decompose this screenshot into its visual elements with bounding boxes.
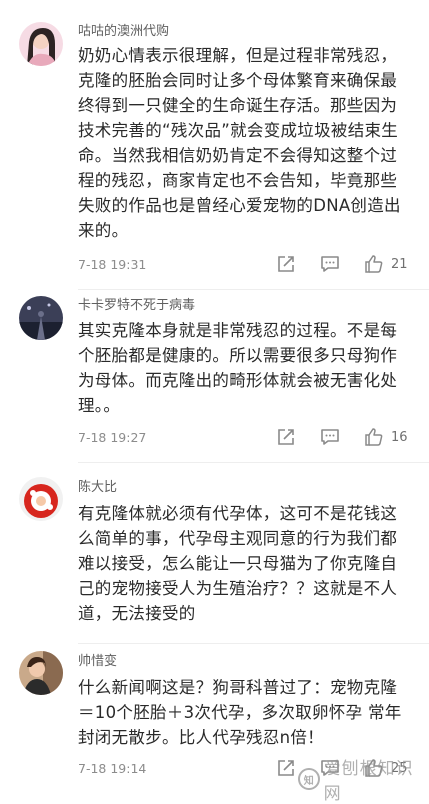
watermark-logo: 知: [298, 768, 320, 790]
username[interactable]: 咕咕的澳洲代购: [78, 24, 169, 40]
timestamp: 7-18 19:27: [78, 430, 147, 445]
divider: [78, 289, 429, 290]
comment-text: 有克隆体就必须有代孕体，这可不是花钱这 么简单的事，代孕母主观同意的行为我们都 …: [78, 504, 398, 623]
comment-icon: [321, 256, 339, 272]
thumbs-up-icon: [365, 255, 383, 273]
username[interactable]: 帅惜变: [78, 654, 117, 670]
like-count: 21: [391, 257, 408, 272]
avatar[interactable]: [19, 477, 63, 521]
share-icon: [278, 429, 294, 445]
watermark-text: 爱刨根知识网: [323, 759, 414, 804]
timestamp: 7-18 19:31: [78, 257, 147, 272]
comment-text: 什么新闻啊这是？狗哥科普过了：宠物克隆 ＝10个胚胎＋3次代孕，多次取卵怀孕 常…: [78, 678, 402, 747]
username[interactable]: 卡卡罗特不死于病毒: [78, 298, 195, 314]
share-button[interactable]: [276, 758, 298, 780]
reply-button[interactable]: [320, 427, 342, 449]
avatar[interactable]: [19, 651, 63, 695]
comment-meta: 7-18 19:31 21: [78, 254, 411, 276]
divider: [78, 643, 429, 644]
share-button[interactable]: [276, 254, 298, 276]
share-icon: [278, 760, 294, 776]
reply-button[interactable]: [320, 254, 342, 276]
share-button[interactable]: [276, 427, 298, 449]
like-count: 16: [391, 430, 408, 445]
share-icon: [278, 256, 294, 272]
username[interactable]: 陈大比: [78, 480, 117, 496]
comment-text: 其实克隆本身就是非常残忍的过程。不是每 个胚胎都是健康的。所以需要很多只母狗作 …: [78, 321, 398, 415]
comment-meta: 7-18 19:27 16: [78, 427, 411, 449]
like-button[interactable]: [364, 254, 386, 276]
divider: [78, 462, 429, 463]
like-button[interactable]: [364, 427, 386, 449]
comment-icon: [321, 429, 339, 445]
avatar[interactable]: [19, 22, 63, 66]
watermark: 知 爱刨根知识网: [298, 759, 429, 804]
thumbs-up-icon: [365, 428, 383, 446]
avatar[interactable]: [19, 296, 63, 340]
timestamp: 7-18 19:14: [78, 761, 147, 776]
comment-text: 奶奶心情表示很理解，但是过程非常残忍， 克隆的胚胎会同时让多个母体繁育来确保最 …: [78, 46, 401, 240]
